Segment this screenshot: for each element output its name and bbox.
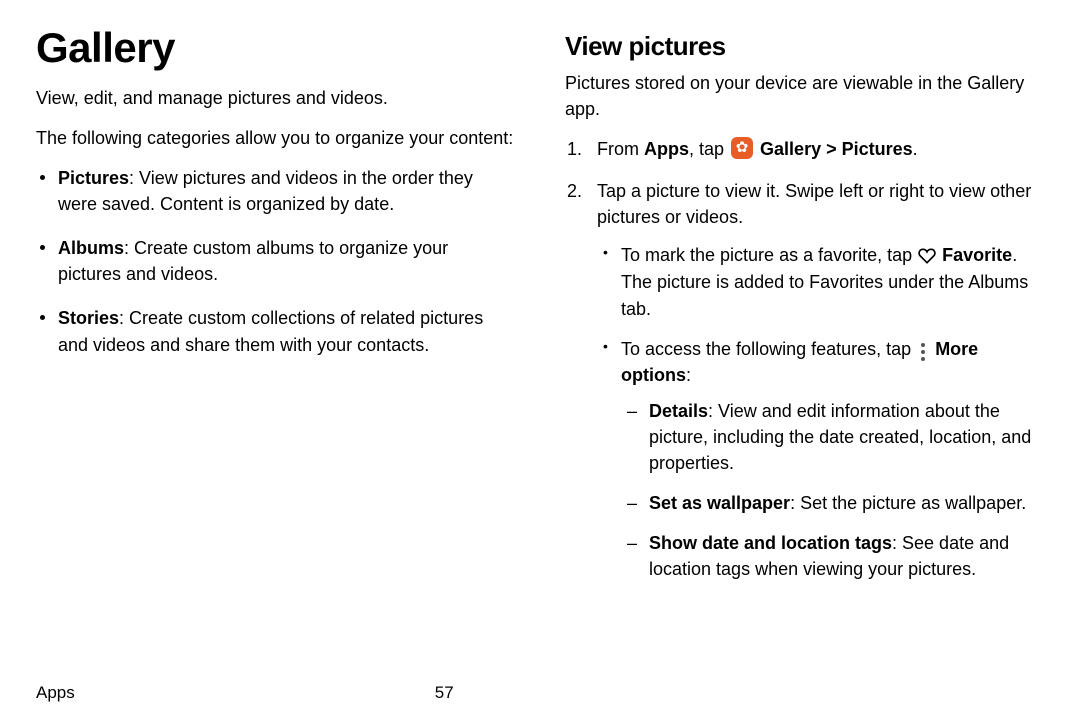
step-2: Tap a picture to view it. Swipe left or … (597, 178, 1044, 582)
heart-icon (917, 243, 937, 269)
page-title: Gallery (36, 18, 515, 79)
gallery-icon (731, 137, 753, 159)
option-item: Details: View and edit information about… (649, 398, 1044, 476)
gallery-intro: View, edit, and manage pictures and vide… (36, 85, 515, 111)
step2-text: Tap a picture to view it. Swipe left or … (597, 181, 1031, 227)
step1-apps: Apps (644, 139, 689, 159)
fav-label: Favorite (942, 245, 1012, 265)
category-name: Stories (58, 308, 119, 328)
footer-section: Apps (36, 681, 75, 706)
category-name: Pictures (58, 168, 129, 188)
option-name: Set as wallpaper (649, 493, 790, 513)
more-options-list: Details: View and edit information about… (621, 398, 1044, 583)
step1-mid: , tap (689, 139, 729, 159)
option-item: Show date and location tags: See date an… (649, 530, 1044, 582)
gallery-lead: The following categories allow you to or… (36, 125, 515, 151)
option-desc: : Set the picture as wallpaper. (790, 493, 1026, 513)
step1-post: . (913, 139, 918, 159)
footer-page-number: 57 (435, 681, 454, 706)
step1-pictures: Pictures (842, 139, 913, 159)
category-item: Albums: Create custom albums to organize… (58, 235, 515, 287)
category-item: Stories: Create custom collections of re… (58, 305, 515, 357)
option-item: Set as wallpaper: Set the picture as wal… (649, 490, 1044, 516)
category-item: Pictures: View pictures and videos in th… (58, 165, 515, 217)
step-1: From Apps, tap Gallery > Pictures. (597, 136, 1044, 162)
option-name: Details (649, 401, 708, 421)
more-post: : (686, 365, 691, 385)
more-pre: To access the following features, tap (621, 339, 916, 359)
more-options-item: To access the following features, tap Mo… (621, 336, 1044, 583)
right-column: View pictures Pictures stored on your de… (565, 18, 1044, 720)
fav-pre: To mark the picture as a favorite, tap (621, 245, 917, 265)
step1-sep: > (821, 139, 842, 159)
option-name: Show date and location tags (649, 533, 892, 553)
left-column: Gallery View, edit, and manage pictures … (36, 18, 515, 720)
step2-sublist: To mark the picture as a favorite, tap F… (597, 242, 1044, 582)
step1-pre: From (597, 139, 644, 159)
category-list: Pictures: View pictures and videos in th… (36, 165, 515, 358)
section-title: View pictures (565, 28, 1044, 66)
favorite-item: To mark the picture as a favorite, tap F… (621, 242, 1044, 321)
more-options-icon (917, 342, 929, 362)
step1-gallery: Gallery (760, 139, 821, 159)
footer: Apps 57 (36, 681, 1044, 706)
page: Gallery View, edit, and manage pictures … (0, 0, 1080, 720)
category-name: Albums (58, 238, 124, 258)
section-intro: Pictures stored on your device are viewa… (565, 70, 1044, 122)
category-desc: : Create custom collections of related p… (58, 308, 483, 354)
steps-list: From Apps, tap Gallery > Pictures. Tap a… (565, 136, 1044, 583)
